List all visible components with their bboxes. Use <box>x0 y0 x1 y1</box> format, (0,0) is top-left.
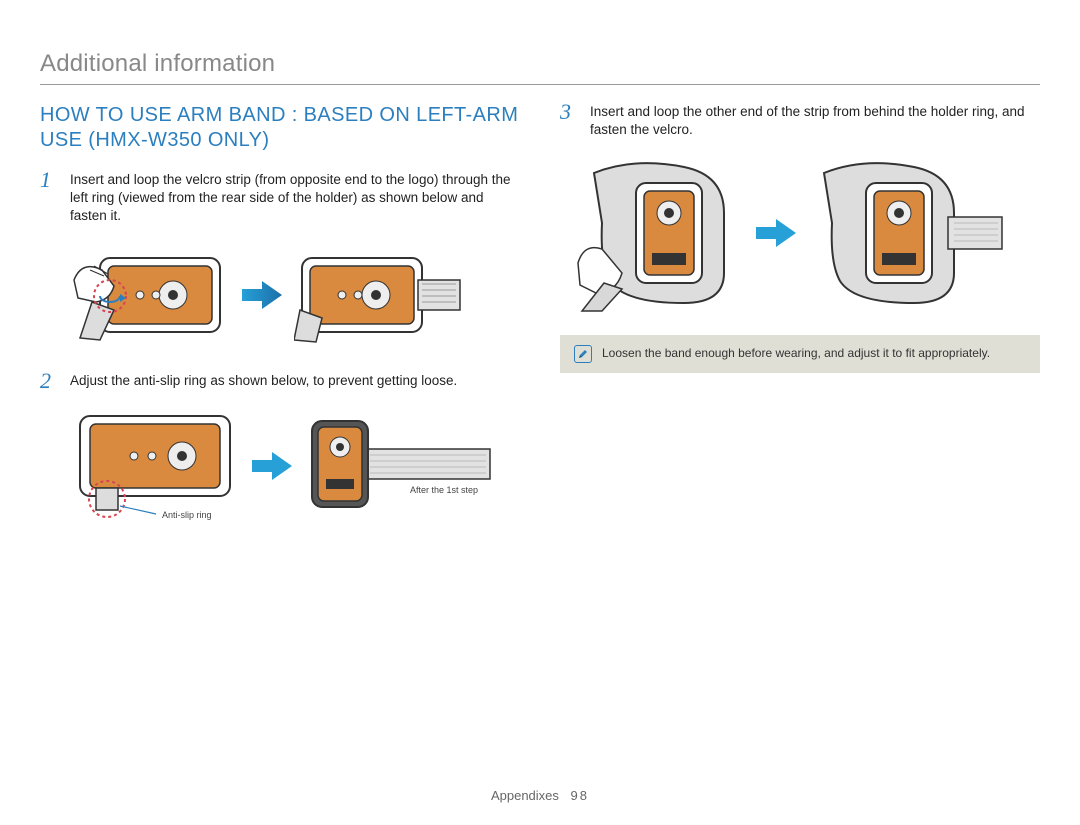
arrow-right-icon <box>250 449 294 483</box>
note-callout: Loosen the band enough before wearing, a… <box>560 335 1040 373</box>
page-footer: Appendixes 98 <box>40 788 1040 803</box>
illustration-strip-through <box>294 240 464 350</box>
caption-anti-slip: Anti-slip ring <box>162 510 212 520</box>
right-column: 3 Insert and loop the other end of the s… <box>560 103 1040 548</box>
left-column: HOW TO USE ARM BAND : BASED ON LEFT-ARM … <box>40 103 520 548</box>
illustration-insert-strip <box>70 240 230 350</box>
illustration-row-2: Anti-slip ring <box>70 406 520 526</box>
illustration-loop-other-end <box>574 153 744 313</box>
step-text: Adjust the anti-slip ring as shown below… <box>70 372 457 390</box>
illustration-after-step: After the 1st step <box>304 411 494 521</box>
page-number: 98 <box>571 788 589 803</box>
step-number: 2 <box>40 370 58 392</box>
step-2: 2 Adjust the anti-slip ring as shown bel… <box>40 372 520 392</box>
step-text: Insert and loop the velcro strip (from o… <box>70 171 520 226</box>
illustration-row-1 <box>70 240 520 350</box>
step-1: 1 Insert and loop the velcro strip (from… <box>40 171 520 226</box>
arrow-right-icon <box>240 278 284 312</box>
page-title: Additional information <box>40 50 1040 85</box>
step-3: 3 Insert and loop the other end of the s… <box>560 103 1040 139</box>
arrow-right-icon <box>754 216 798 250</box>
section-heading: HOW TO USE ARM BAND : BASED ON LEFT-ARM … <box>40 103 520 153</box>
step-text: Insert and loop the other end of the str… <box>590 103 1040 139</box>
step-number: 3 <box>560 101 578 123</box>
illustration-row-3 <box>574 153 1040 313</box>
step-number: 1 <box>40 169 58 191</box>
pencil-note-icon <box>574 345 592 363</box>
footer-label: Appendixes <box>491 788 559 803</box>
illustration-anti-slip: Anti-slip ring <box>70 406 240 526</box>
illustration-fastened <box>808 153 1008 313</box>
note-text: Loosen the band enough before wearing, a… <box>602 345 990 361</box>
caption-after-step: After the 1st step <box>410 485 478 495</box>
